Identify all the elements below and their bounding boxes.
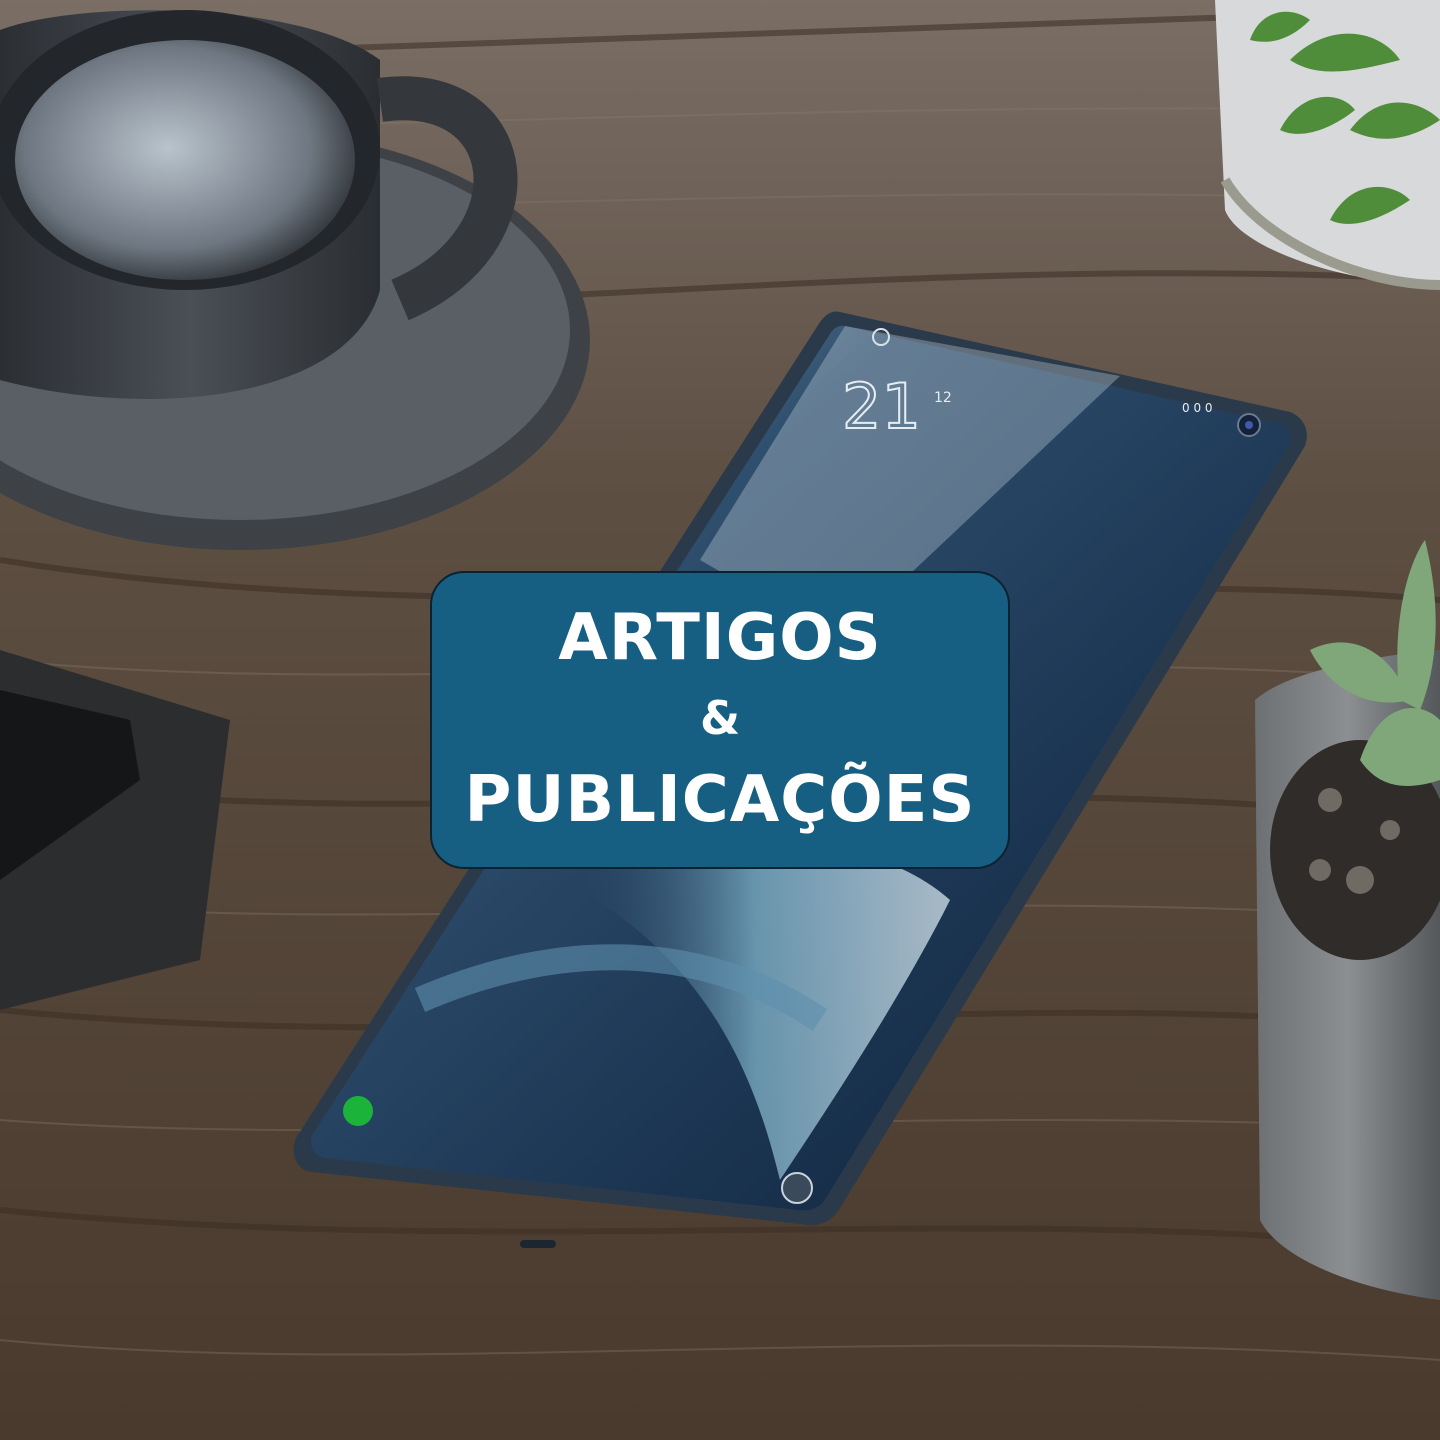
banner-title-artigos: ARTIGOS — [558, 601, 882, 675]
lockscreen-clock-small: 12 — [934, 390, 952, 406]
charging-port — [520, 1240, 556, 1248]
lockscreen-clock: 21 — [842, 370, 921, 443]
phone-call-icon — [343, 1096, 373, 1126]
title-banner: ARTIGOS & PUBLICAÇÕES — [430, 571, 1010, 869]
photo-scene: 21 12 0 0 0 ARTIGOS & PUBLICAÇÕES — [0, 0, 1440, 1440]
status-bar-indicators: 0 0 0 — [1182, 401, 1213, 415]
check-icon — [781, 1172, 813, 1204]
banner-title-publicacoes: PUBLICAÇÕES — [464, 763, 976, 837]
banner-ampersand: & — [699, 691, 741, 745]
